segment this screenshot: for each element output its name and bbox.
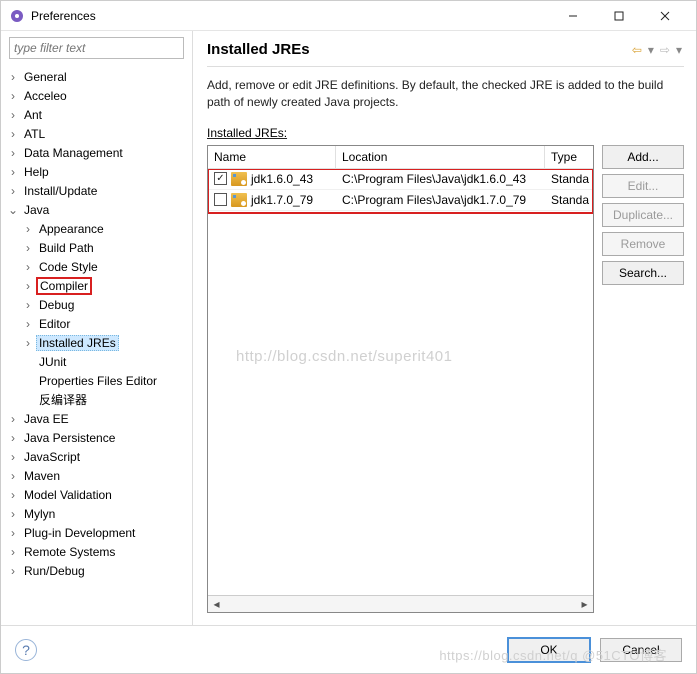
chevron-right-icon: ›: [20, 335, 36, 351]
tree-item-debug[interactable]: ›Debug: [20, 295, 192, 314]
chevron-right-icon: ›: [20, 278, 36, 294]
jre-list-label: Installed JREs:: [207, 126, 684, 141]
table-header: Name Location Type: [208, 146, 593, 169]
chevron-right-icon: ›: [5, 449, 21, 465]
search-button[interactable]: Search...: [602, 261, 684, 285]
chevron-right-icon: ›: [5, 487, 21, 503]
tree-item-install-update[interactable]: ›Install/Update: [5, 181, 192, 200]
chevron-right-icon: ›: [5, 430, 21, 446]
table-row[interactable]: jdk1.6.0_43 C:\Program Files\Java\jdk1.6…: [208, 169, 593, 190]
filter-container: [9, 37, 184, 59]
tree-item-data-management[interactable]: ›Data Management: [5, 143, 192, 162]
chevron-right-icon: ›: [5, 544, 21, 560]
button-column: Add... Edit... Duplicate... Remove Searc…: [602, 145, 684, 613]
add-button[interactable]: Add...: [602, 145, 684, 169]
table-body: jdk1.6.0_43 C:\Program Files\Java\jdk1.6…: [208, 169, 593, 595]
jre-table: Name Location Type jdk1.6.0_43 C:\Progra…: [207, 145, 594, 613]
filter-input[interactable]: [9, 37, 184, 59]
header-separator: [207, 66, 684, 67]
tree-item-atl[interactable]: ›ATL: [5, 124, 192, 143]
maximize-button[interactable]: [596, 1, 642, 31]
close-button[interactable]: [642, 1, 688, 31]
tree-item-maven[interactable]: ›Maven: [5, 466, 192, 485]
chevron-right-icon: ›: [5, 107, 21, 123]
tree-item-appearance[interactable]: ›Appearance: [20, 219, 192, 238]
forward-menu-icon[interactable]: ▾: [674, 43, 684, 57]
chevron-right-icon: ›: [5, 69, 21, 85]
column-type[interactable]: Type: [545, 146, 593, 168]
tree-item-general[interactable]: ›General: [5, 67, 192, 86]
duplicate-button[interactable]: Duplicate...: [602, 203, 684, 227]
chevron-right-icon: ›: [20, 297, 36, 313]
tree-item-java-ee[interactable]: ›Java EE: [5, 409, 192, 428]
table-row[interactable]: jdk1.7.0_79 C:\Program Files\Java\jdk1.7…: [208, 190, 593, 211]
tree-item-acceleo[interactable]: ›Acceleo: [5, 86, 192, 105]
tree-item-java-persistence[interactable]: ›Java Persistence: [5, 428, 192, 447]
app-icon: [9, 8, 25, 24]
chevron-right-icon: ›: [5, 183, 21, 199]
chevron-right-icon: ›: [5, 411, 21, 427]
back-icon[interactable]: ⇦: [630, 43, 644, 57]
forward-icon[interactable]: ⇨: [658, 43, 672, 57]
tree-item-junit[interactable]: JUnit: [20, 352, 192, 371]
column-name[interactable]: Name: [208, 146, 336, 168]
tree-item-build-path[interactable]: ›Build Path: [20, 238, 192, 257]
tree-item-run-debug[interactable]: ›Run/Debug: [5, 561, 192, 580]
chevron-right-icon: ›: [5, 126, 21, 142]
chevron-right-icon: ›: [5, 563, 21, 579]
chevron-right-icon: ›: [5, 468, 21, 484]
tree-item-javascript[interactable]: ›JavaScript: [5, 447, 192, 466]
page-title: Installed JREs: [207, 41, 630, 58]
jre-icon: [231, 172, 247, 186]
back-menu-icon[interactable]: ▾: [646, 43, 656, 57]
tree-item-mylyn[interactable]: ›Mylyn: [5, 504, 192, 523]
tree-item-compiler[interactable]: ›Compiler: [20, 276, 192, 295]
chevron-right-icon: ›: [20, 259, 36, 275]
tree-item-decompiler[interactable]: 反编译器: [20, 390, 192, 409]
titlebar: Preferences: [1, 1, 696, 31]
checkbox-icon[interactable]: [214, 193, 227, 206]
main-panel: Installed JREs ⇦ ▾ ⇨ ▾ Add, remove or ed…: [193, 31, 696, 625]
chevron-right-icon: ›: [5, 88, 21, 104]
chevron-down-icon: ⌄: [5, 202, 21, 218]
chevron-right-icon: ›: [5, 145, 21, 161]
tree-item-editor[interactable]: ›Editor: [20, 314, 192, 333]
chevron-right-icon: ›: [5, 525, 21, 541]
minimize-button[interactable]: [550, 1, 596, 31]
scroll-right-icon[interactable]: ▸: [576, 596, 593, 613]
window-title: Preferences: [31, 9, 550, 23]
page-description: Add, remove or edit JRE definitions. By …: [207, 77, 684, 112]
ok-button[interactable]: OK: [508, 638, 590, 662]
preferences-tree[interactable]: ›General ›Acceleo ›Ant ›ATL ›Data Manage…: [1, 65, 192, 625]
chevron-right-icon: ›: [5, 506, 21, 522]
chevron-right-icon: ›: [20, 221, 36, 237]
chevron-right-icon: ›: [5, 164, 21, 180]
checkbox-icon[interactable]: [214, 172, 227, 185]
tree-item-java[interactable]: ⌄Java: [5, 200, 192, 219]
tree-item-help[interactable]: ›Help: [5, 162, 192, 181]
dialog-footer: ? OK Cancel: [1, 625, 696, 673]
tree-item-properties-files[interactable]: Properties Files Editor: [20, 371, 192, 390]
column-location[interactable]: Location: [336, 146, 545, 168]
tree-item-plugin-dev[interactable]: ›Plug-in Development: [5, 523, 192, 542]
tree-item-ant[interactable]: ›Ant: [5, 105, 192, 124]
help-icon[interactable]: ?: [15, 639, 37, 661]
scroll-left-icon[interactable]: ◂: [208, 596, 225, 613]
remove-button[interactable]: Remove: [602, 232, 684, 256]
jre-icon: [231, 193, 247, 207]
page-toolbar: ⇦ ▾ ⇨ ▾: [630, 43, 684, 57]
tree-item-code-style[interactable]: ›Code Style: [20, 257, 192, 276]
edit-button[interactable]: Edit...: [602, 174, 684, 198]
chevron-right-icon: ›: [20, 240, 36, 256]
tree-item-model-validation[interactable]: ›Model Validation: [5, 485, 192, 504]
tree-item-remote-systems[interactable]: ›Remote Systems: [5, 542, 192, 561]
chevron-right-icon: ›: [20, 316, 36, 332]
cancel-button[interactable]: Cancel: [600, 638, 682, 662]
tree-item-installed-jres[interactable]: ›Installed JREs: [20, 333, 192, 352]
preferences-sidebar: ›General ›Acceleo ›Ant ›ATL ›Data Manage…: [1, 31, 193, 625]
horizontal-scrollbar[interactable]: ◂ ▸: [208, 595, 593, 612]
